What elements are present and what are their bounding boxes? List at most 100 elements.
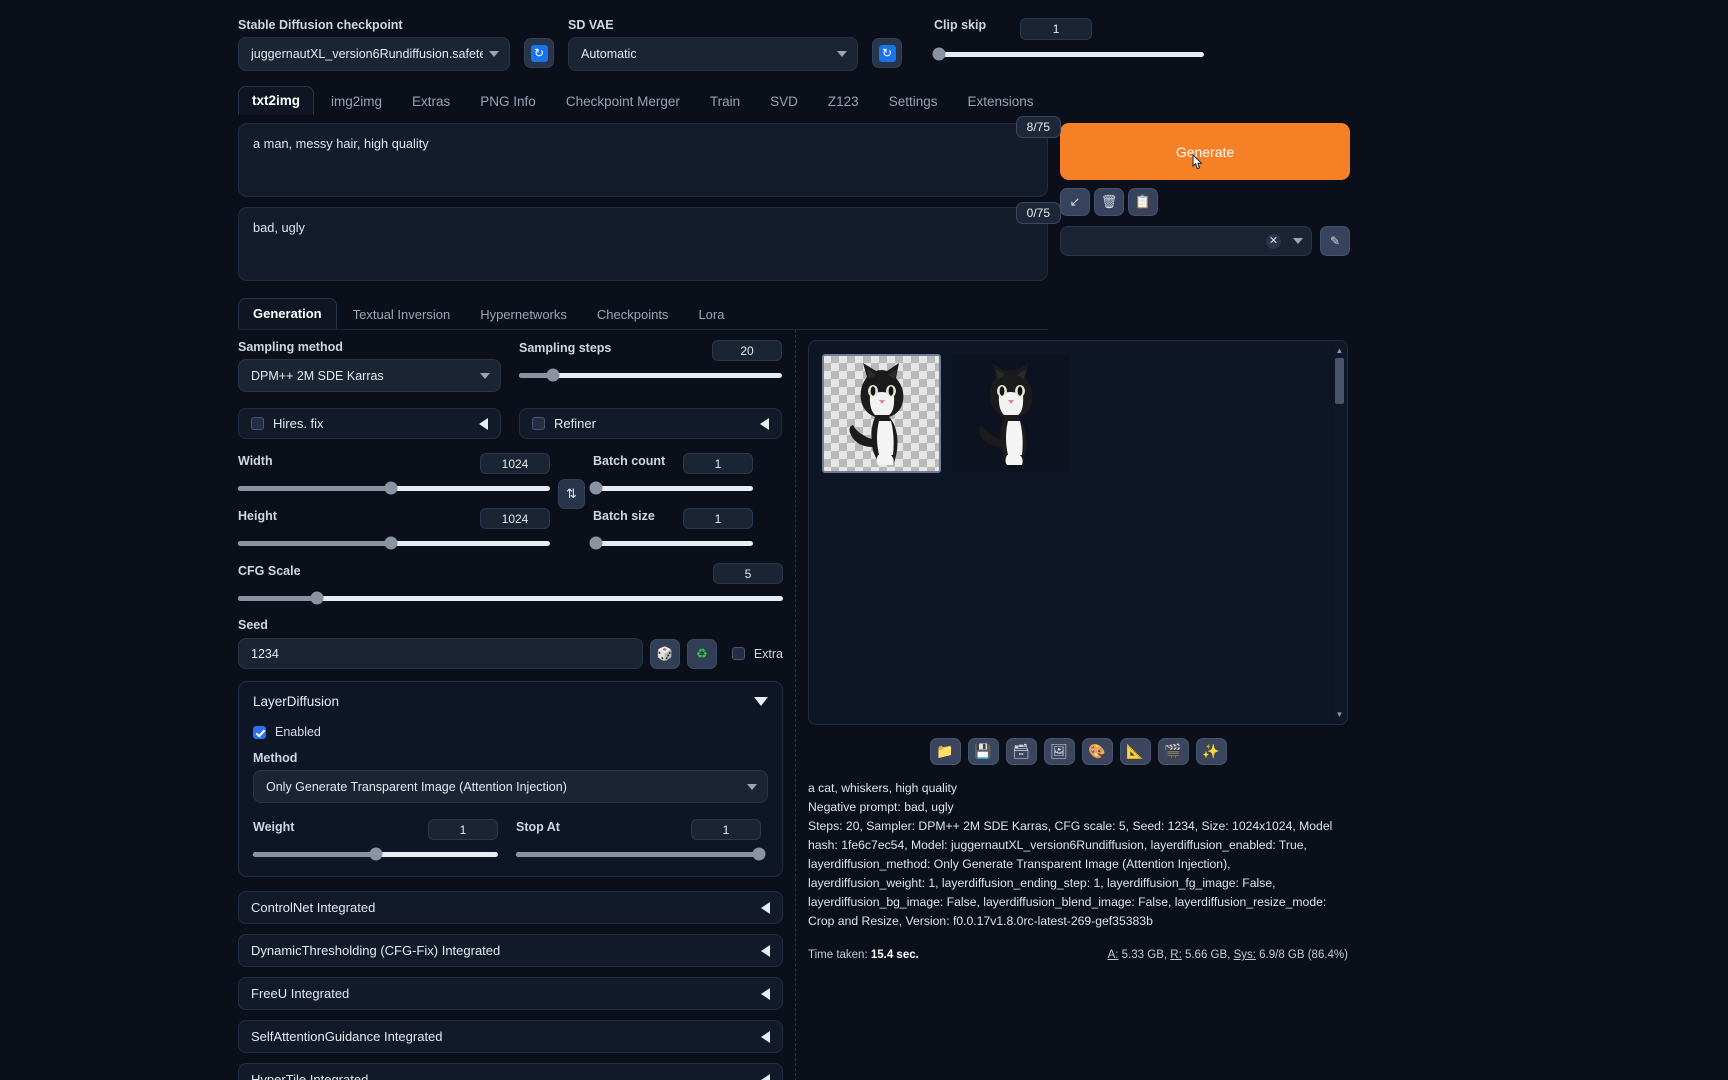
- hires-fix-checkbox[interactable]: [251, 417, 264, 430]
- layerdiffusion-stopat-input[interactable]: 1: [691, 819, 761, 840]
- swap-dimensions-button[interactable]: ⇅: [558, 479, 585, 509]
- paste-button[interactable]: 📋: [1128, 188, 1158, 216]
- checkpoint-dropdown[interactable]: juggernautXL_version6Rundiffusion.safete…: [238, 37, 510, 71]
- scroll-down-icon[interactable]: ▼: [1334, 709, 1345, 720]
- tab-txt2img[interactable]: txt2img: [238, 86, 315, 115]
- tab-svd[interactable]: SVD: [757, 88, 811, 115]
- gallery-scrollbar[interactable]: ▲ ▼: [1334, 345, 1345, 720]
- random-seed-button[interactable]: 🎲: [649, 638, 680, 669]
- extra-checkbox[interactable]: [731, 647, 745, 660]
- send-to-extras-button[interactable]: 📐: [1119, 738, 1151, 765]
- clip-skip-field: Clip skip 1: [932, 18, 1204, 62]
- expand-left-icon: [761, 1030, 770, 1043]
- sampling-steps-input[interactable]: 20: [712, 340, 782, 361]
- chevron-down-icon: [480, 372, 490, 379]
- gallery-thumbnail-composited[interactable]: [952, 355, 1069, 472]
- prompt-section: 8/75 a man, messy hair, high quality 0/7…: [238, 115, 1360, 281]
- refresh-vae-button[interactable]: ↻: [872, 38, 902, 68]
- extra-label: Extra: [753, 646, 783, 661]
- accordion-hypertile-label: HyperTile Integrated: [251, 1072, 369, 1080]
- layerdiffusion-stopat-slider[interactable]: [516, 846, 766, 862]
- send-to-svd-button[interactable]: 🎬: [1157, 738, 1189, 765]
- batch-size-input[interactable]: 1: [683, 508, 753, 529]
- positive-prompt-input[interactable]: a man, messy hair, high quality: [238, 123, 1048, 197]
- layerdiffusion-enabled-row[interactable]: Enabled: [253, 725, 768, 739]
- clear-x-icon[interactable]: ✕: [1266, 233, 1281, 249]
- tab-train[interactable]: Train: [697, 88, 753, 115]
- accordion-controlnet[interactable]: ControlNet Integrated: [238, 891, 783, 924]
- interrupt-button[interactable]: ↙: [1060, 188, 1090, 216]
- layerdiffusion-enabled-checkbox[interactable]: [253, 725, 266, 739]
- layerdiffusion-method-dropdown[interactable]: Only Generate Transparent Image (Attenti…: [253, 770, 768, 803]
- cfg-scale-input[interactable]: 5: [713, 563, 783, 584]
- tab-extras[interactable]: Extras: [399, 88, 463, 115]
- hires-fix-accordion[interactable]: Hires. fix: [238, 408, 501, 439]
- tab-png-info[interactable]: PNG Info: [467, 88, 549, 115]
- accordion-selfattentionguidance-label: SelfAttentionGuidance Integrated: [251, 1029, 443, 1044]
- sampling-method-dropdown[interactable]: DPM++ 2M SDE Karras: [238, 359, 501, 392]
- open-folder-button[interactable]: 📁: [929, 738, 961, 765]
- clip-skip-input[interactable]: 1: [1020, 18, 1093, 40]
- clip-skip-slider[interactable]: [932, 46, 1204, 62]
- extra-seed-toggle[interactable]: Extra: [731, 646, 783, 661]
- subtab-checkpoints[interactable]: Checkpoints: [583, 300, 683, 329]
- checkpoint-field: Stable Diffusion checkpoint juggernautXL…: [238, 18, 510, 71]
- batch-count-input[interactable]: 1: [683, 453, 753, 474]
- sampling-steps-slider[interactable]: [519, 367, 782, 383]
- tab-extensions[interactable]: Extensions: [954, 88, 1046, 115]
- info-negative-line: Negative prompt: bad, ugly: [808, 800, 954, 814]
- height-slider[interactable]: [238, 535, 550, 551]
- tab-settings[interactable]: Settings: [876, 88, 951, 115]
- generation-info: a cat, whiskers, high quality Negative p…: [808, 779, 1348, 931]
- refiner-accordion[interactable]: Refiner: [519, 408, 782, 439]
- expand-left-icon: [760, 417, 769, 430]
- seed-input[interactable]: 1234: [238, 638, 643, 669]
- accordion-freeu[interactable]: FreeU Integrated: [238, 977, 783, 1010]
- generate-button[interactable]: Generate: [1060, 123, 1350, 180]
- layerdiffusion-header[interactable]: LayerDiffusion: [253, 694, 768, 709]
- save-button[interactable]: 💾: [967, 738, 999, 765]
- tab-checkpoint-merger[interactable]: Checkpoint Merger: [553, 88, 693, 115]
- cfg-scale-slider[interactable]: [238, 590, 783, 606]
- output-gallery[interactable]: ▲ ▼: [808, 340, 1348, 725]
- accordion-hypertile[interactable]: HyperTile Integrated: [238, 1063, 783, 1080]
- batch-count-slider[interactable]: [589, 480, 753, 496]
- negative-prompt-input[interactable]: bad, ugly: [238, 207, 1048, 281]
- collapse-down-icon: [754, 697, 768, 706]
- subtab-hypernetworks[interactable]: Hypernetworks: [466, 300, 581, 329]
- edit-styles-button[interactable]: ✎: [1320, 226, 1350, 256]
- dimensions-row: Width 1024 Height 1024 ⇅ Batch count 1 B…: [238, 449, 783, 551]
- height-input[interactable]: 1024: [480, 508, 550, 529]
- tab-img2img[interactable]: img2img: [318, 88, 395, 115]
- width-input[interactable]: 1024: [480, 453, 550, 474]
- scroll-up-icon[interactable]: ▲: [1334, 345, 1345, 356]
- positive-token-counter: 8/75: [1015, 116, 1061, 138]
- accordion-dynamicthresholding[interactable]: DynamicThresholding (CFG-Fix) Integrated: [238, 934, 783, 967]
- tab-z123[interactable]: Z123: [815, 88, 872, 115]
- save-zip-button[interactable]: 🗃: [1005, 738, 1037, 765]
- skip-button[interactable]: 🗑: [1094, 188, 1124, 216]
- mem-sys-value: 6.9/8 GB (86.4%): [1259, 949, 1348, 961]
- send-to-inpaint-button[interactable]: 🎨: [1081, 738, 1113, 765]
- layerdiffusion-weight-slider[interactable]: [253, 846, 498, 862]
- gallery-thumbnail-transparent[interactable]: [822, 354, 941, 473]
- subtab-generation[interactable]: Generation: [238, 298, 337, 329]
- styles-dropdown[interactable]: ✕: [1060, 226, 1312, 256]
- layerdiffusion-method-field: Method Only Generate Transparent Image (…: [253, 751, 768, 803]
- accordion-selfattentionguidance[interactable]: SelfAttentionGuidance Integrated: [238, 1020, 783, 1053]
- layerdiffusion-weight-input[interactable]: 1: [428, 819, 498, 840]
- vae-value: Automatic: [581, 47, 637, 61]
- refiner-checkbox[interactable]: [532, 417, 545, 430]
- memory-stats: A: 5.33 GB, R: 5.66 GB, Sys: 6.9/8 GB (8…: [1108, 949, 1348, 961]
- send-to-z123-button[interactable]: ✨: [1195, 738, 1227, 765]
- mem-sys-key: Sys:: [1233, 949, 1256, 961]
- reuse-seed-button[interactable]: ♻: [686, 638, 717, 669]
- batch-size-slider[interactable]: [589, 535, 753, 551]
- vae-dropdown[interactable]: Automatic: [568, 37, 858, 71]
- subtab-textual-inversion[interactable]: Textual Inversion: [339, 300, 465, 329]
- scrollbar-thumb[interactable]: [1335, 358, 1344, 404]
- send-to-img2img-button[interactable]: 🖼: [1043, 738, 1075, 765]
- refresh-checkpoint-button[interactable]: ↻: [524, 38, 554, 68]
- width-slider[interactable]: [238, 480, 550, 496]
- subtab-lora[interactable]: Lora: [684, 300, 738, 329]
